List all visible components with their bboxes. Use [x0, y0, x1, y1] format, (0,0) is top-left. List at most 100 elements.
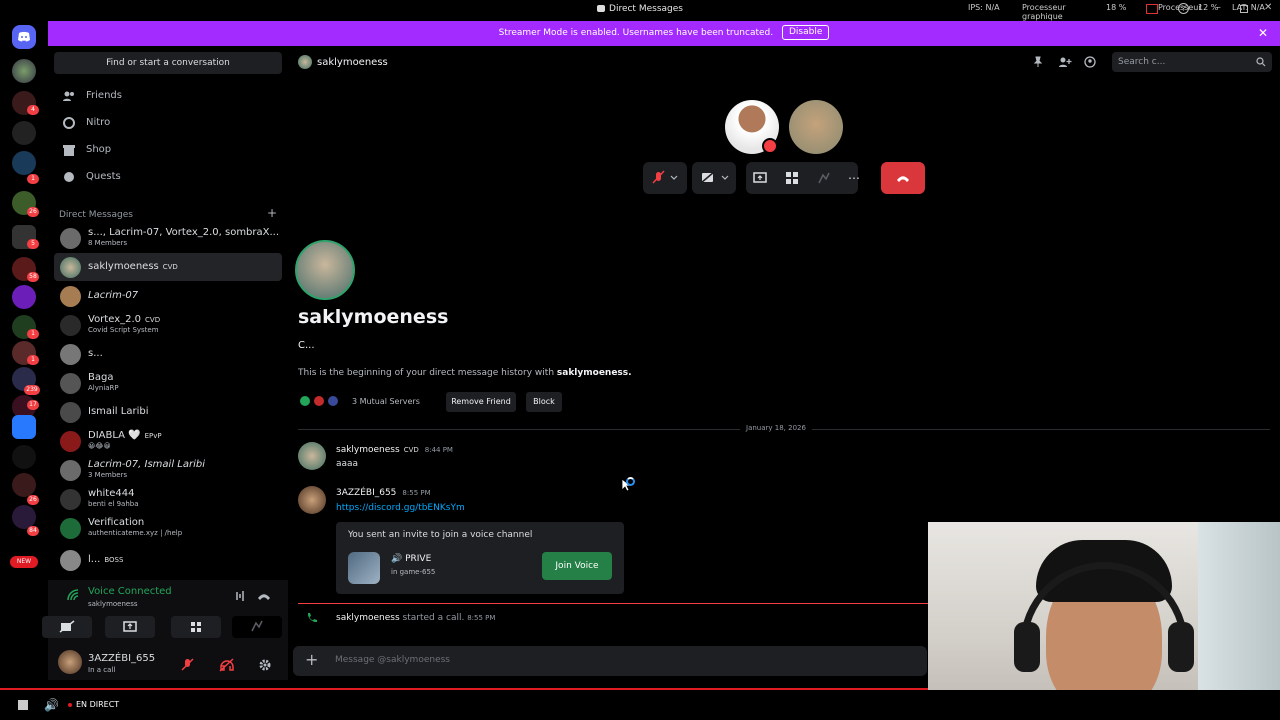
dm-item[interactable]: DIABLA 🤍 EPvP 😀😂😀: [54, 427, 282, 455]
minimize-icon[interactable]: –: [1216, 2, 1221, 13]
voice-connected-status[interactable]: Voice Connected: [88, 586, 172, 597]
profile-avatar[interactable]: [295, 240, 355, 300]
mutual-server-icon[interactable]: [314, 396, 324, 406]
signal-icon[interactable]: [66, 588, 80, 602]
avatar: [60, 315, 81, 336]
discord-home-icon[interactable]: [12, 25, 36, 49]
dm-item[interactable]: s...: [54, 340, 282, 368]
stop-icon[interactable]: [18, 700, 28, 710]
soundboard-button[interactable]: [232, 616, 282, 638]
message-tag: CVD: [403, 446, 419, 454]
dm-item[interactable]: Baga AlyniaRP: [54, 369, 282, 397]
nav-nitro[interactable]: Nitro: [54, 111, 282, 135]
dm-item[interactable]: s..., Lacrim-07, Vortex_2.0, sombraX... …: [54, 224, 282, 252]
phone-icon: [306, 612, 318, 624]
server-badge: 239: [24, 385, 40, 395]
mutual-server-icon[interactable]: [300, 396, 310, 406]
more-options-icon[interactable]: ⋯: [848, 162, 860, 194]
message-composer[interactable]: + Message @saklymoeness: [293, 646, 927, 676]
inbox-icon[interactable]: [1146, 4, 1158, 14]
direct-messages-header: Direct Messages: [59, 210, 133, 220]
activities-icon[interactable]: [785, 171, 799, 185]
pin-icon[interactable]: [1032, 56, 1044, 68]
dm-item[interactable]: l... BOSS: [54, 546, 282, 574]
nav-shop[interactable]: Shop: [54, 138, 282, 162]
dm-item[interactable]: Lacrim-07: [54, 282, 282, 310]
mutual-servers-link[interactable]: 3 Mutual Servers: [352, 397, 420, 406]
avatar: [60, 344, 81, 365]
create-dm-icon[interactable]: +: [267, 206, 277, 220]
dm-tag: BOSS: [104, 556, 124, 564]
checkmark-server-icon[interactable]: [12, 151, 36, 175]
nav-friends[interactable]: Friends: [54, 84, 282, 108]
disable-streamer-mode-button[interactable]: Disable: [781, 25, 830, 40]
camera-off-button[interactable]: [42, 616, 92, 638]
screen-share-icon[interactable]: [753, 171, 767, 185]
camera-toggle-button[interactable]: [692, 162, 736, 194]
message-time: 8:55 PM: [402, 489, 431, 497]
a-server-icon[interactable]: [12, 415, 36, 439]
attach-plus-icon[interactable]: +: [305, 650, 318, 669]
dm-item[interactable]: Verification authenticateme.xyz | /help: [54, 514, 282, 542]
remove-friend-button[interactable]: Remove Friend: [446, 392, 516, 412]
message-avatar[interactable]: [298, 486, 326, 514]
volume-icon[interactable]: 🔊: [44, 698, 59, 712]
dm-item[interactable]: Ismail Laribi: [54, 398, 282, 426]
mic-muted-icon[interactable]: [180, 658, 198, 672]
nav-friends-label: Friends: [86, 90, 122, 101]
settings-gear-icon[interactable]: [258, 658, 272, 672]
voice-invite-card: You sent an invite to join a voice chann…: [336, 522, 624, 594]
deafen-muted-icon[interactable]: [219, 658, 237, 672]
call-participant-avatar[interactable]: [789, 100, 843, 154]
server-badge: 17: [27, 400, 39, 410]
user-avatar[interactable]: [58, 650, 82, 674]
noise-suppression-icon[interactable]: [232, 590, 246, 602]
dm-name-text: DIABLA 🤍: [88, 430, 141, 441]
message-link[interactable]: https://discord.gg/tbENKsYm: [336, 503, 465, 513]
close-window-icon[interactable]: ✕: [1264, 2, 1272, 13]
friends-icon: [62, 89, 76, 103]
headphone-left: [1014, 622, 1040, 672]
message-author[interactable]: saklymoeness: [336, 445, 400, 455]
dm-name: s..., Lacrim-07, Vortex_2.0, sombraX...: [88, 227, 280, 238]
dm-header: saklymoeness Search c...: [288, 46, 1280, 78]
search-input[interactable]: Search c...: [1112, 52, 1272, 72]
server-icon[interactable]: [12, 59, 36, 83]
avatar: [60, 460, 81, 481]
soundboard-icon[interactable]: [817, 171, 831, 185]
find-conversation-input[interactable]: Find or start a conversation: [54, 52, 282, 74]
nav-quests[interactable]: Quests: [54, 165, 282, 189]
mutual-server-icon[interactable]: [328, 396, 338, 406]
dm-item[interactable]: Lacrim-07, Ismail Laribi 3 Members: [54, 456, 282, 484]
block-button[interactable]: Block: [526, 392, 562, 412]
call-event-author[interactable]: saklymoeness: [336, 613, 400, 623]
server-icon[interactable]: [12, 445, 36, 469]
dm-sub: 8 Members: [88, 239, 128, 247]
dm-name-text: Vortex_2.0: [88, 314, 142, 325]
avatar: [60, 489, 81, 510]
dm-item[interactable]: Vortex_2.0 CVD Covid Script System: [54, 311, 282, 339]
activities-button[interactable]: [171, 616, 221, 638]
header-name[interactable]: saklymoeness: [317, 57, 388, 68]
hang-up-button[interactable]: [881, 162, 925, 194]
message-avatar[interactable]: [298, 442, 326, 470]
dm-intro-text: This is the beginning of your direct mes…: [298, 368, 632, 378]
banner-text: Streamer Mode is enabled. Usernames have…: [498, 28, 774, 38]
screen-share-button[interactable]: [105, 616, 155, 638]
server-icon[interactable]: [12, 473, 36, 497]
dm-item-selected[interactable]: saklymoeness CVD: [54, 253, 282, 281]
message-author[interactable]: 3AZZÉBI_655: [336, 488, 396, 498]
new-messages-line: [298, 603, 928, 604]
server-icon[interactable]: [12, 121, 36, 145]
add-friends-to-dm-icon[interactable]: [1058, 56, 1072, 68]
mic-toggle-button[interactable]: [643, 162, 687, 194]
dm-item[interactable]: white444 benti el 9ahba: [54, 485, 282, 513]
maximize-icon[interactable]: [1240, 5, 1248, 13]
close-banner-icon[interactable]: ✕: [1258, 21, 1268, 46]
join-voice-button[interactable]: Join Voice: [542, 552, 612, 580]
server-badge: 1: [27, 355, 39, 365]
disconnect-icon[interactable]: [257, 590, 271, 602]
user-profile-icon[interactable]: [1084, 56, 1096, 68]
server-icon[interactable]: [12, 285, 36, 309]
help-icon[interactable]: ?: [1178, 3, 1189, 14]
